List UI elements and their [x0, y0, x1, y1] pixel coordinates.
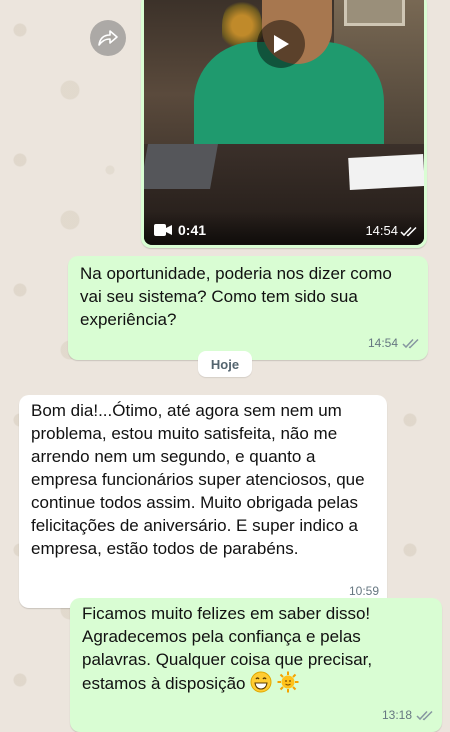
message-text: Ficamos muito felizes em saber disso! Ag…: [82, 604, 373, 693]
video-message-bubble[interactable]: 0:41 14:54: [141, 0, 427, 248]
laptop: [144, 144, 218, 189]
sun-emoji: [277, 671, 299, 693]
message-outgoing-2[interactable]: Ficamos muito felizes em saber disso! Ag…: [70, 598, 442, 732]
play-icon: [274, 35, 289, 53]
video-camera-icon: [154, 224, 172, 236]
message-time: 13:18: [381, 708, 412, 722]
video-duration: 0:41: [178, 222, 207, 238]
double-check-icon: [416, 710, 433, 721]
papers: [348, 154, 424, 190]
forward-icon: [98, 30, 118, 46]
video-timestamp: 14:54: [365, 223, 398, 238]
video-thumbnail[interactable]: 0:41 14:54: [144, 0, 424, 245]
grinning-face-emoji: [250, 671, 272, 693]
message-outgoing-1[interactable]: Na oportunidade, poderia nos dizer como …: [68, 256, 428, 360]
message-incoming-1[interactable]: Bom dia!...Ótimo, até agora sem nem um p…: [19, 395, 387, 608]
forward-button[interactable]: [90, 20, 126, 56]
wall-picture: [344, 0, 405, 26]
double-check-icon: [402, 338, 419, 349]
message-text: Na oportunidade, poderia nos dizer como …: [80, 264, 392, 329]
play-button[interactable]: [257, 20, 305, 68]
video-footer: 0:41 14:54: [144, 211, 424, 245]
message-text: Bom dia!...Ótimo, até agora sem nem um p…: [31, 401, 365, 558]
date-divider: Hoje: [198, 351, 252, 377]
message-time: 14:54: [367, 336, 398, 350]
double-check-icon: [400, 226, 417, 237]
